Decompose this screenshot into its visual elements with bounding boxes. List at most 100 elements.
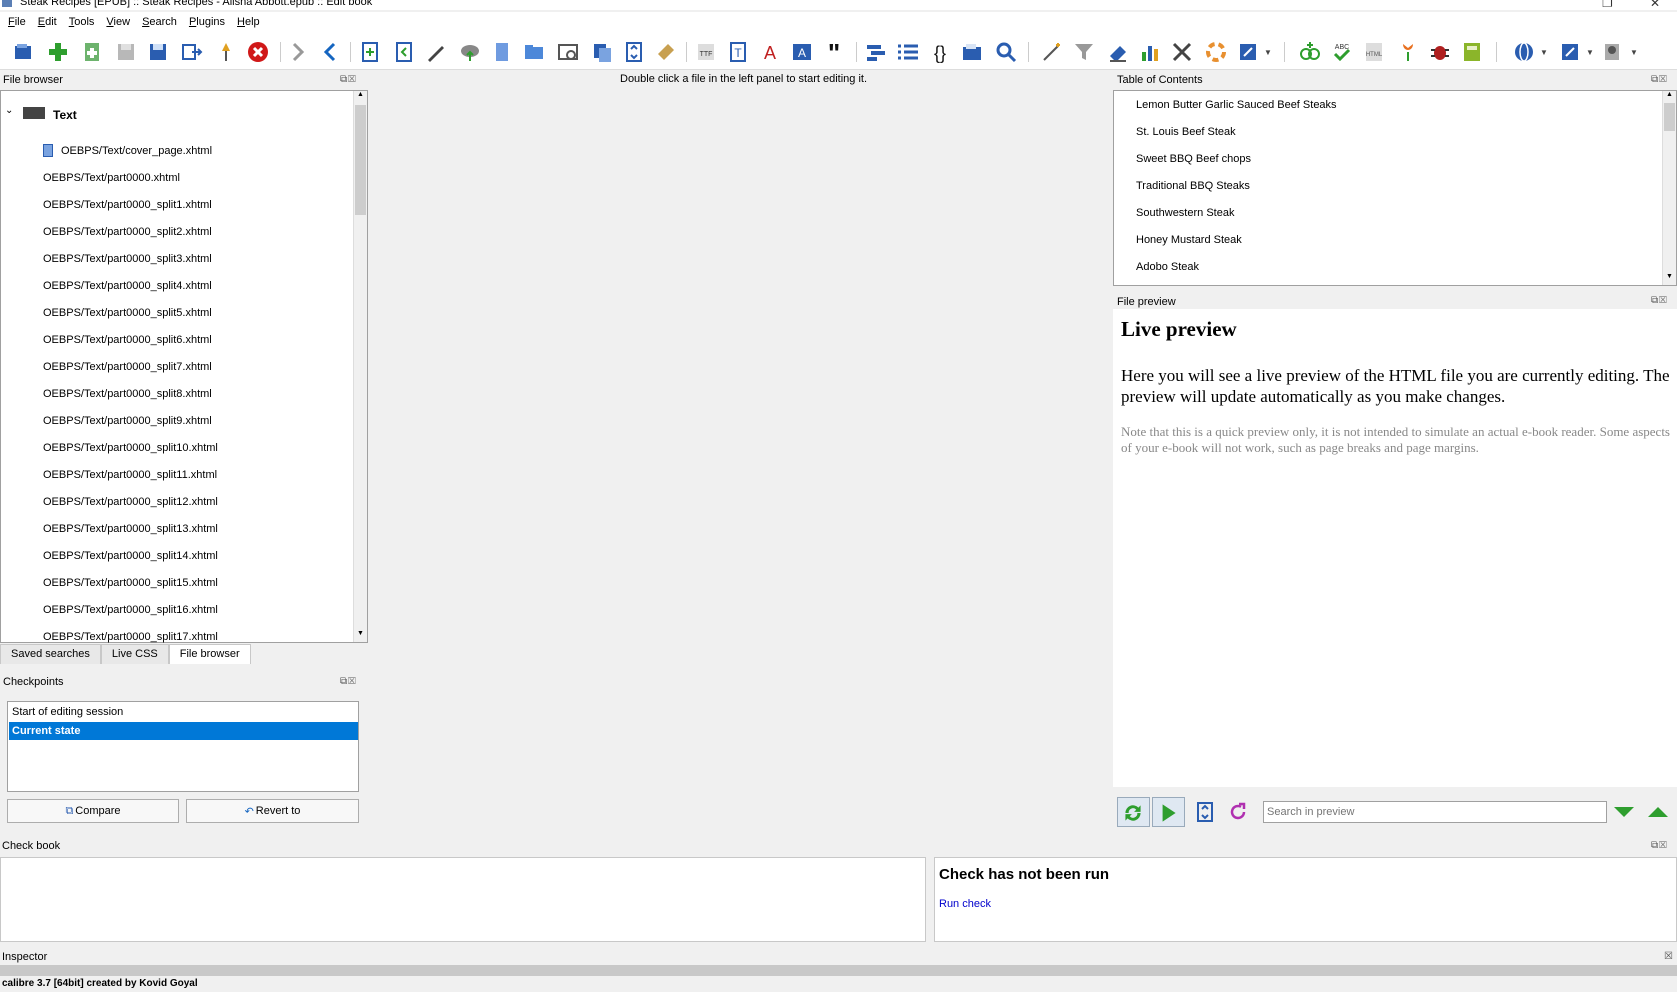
scrollbar-thumb[interactable] <box>1664 103 1675 131</box>
file-item[interactable]: OEBPS/Text/part0000_split6.xhtml <box>43 334 212 346</box>
close-icon[interactable]: ☒ <box>1664 951 1674 962</box>
magic-wand-icon[interactable] <box>1040 40 1064 64</box>
folder-icon[interactable] <box>522 40 546 64</box>
file-item[interactable]: OEBPS/Text/part0000_split11.xhtml <box>43 469 217 481</box>
reorder-icon[interactable] <box>622 40 646 64</box>
file-item[interactable]: OEBPS/Text/part0000_split16.xhtml <box>43 604 218 616</box>
file-item[interactable]: OEBPS/Text/cover_page.xhtml <box>61 145 212 157</box>
find-previous-up-icon[interactable] <box>1646 800 1670 824</box>
save-disabled-icon[interactable] <box>114 40 138 64</box>
book-preview-icon[interactable] <box>1460 40 1484 64</box>
play-preview-button[interactable] <box>1152 797 1185 827</box>
dock-float-close-icon[interactable]: ⧉☒ <box>1651 74 1668 85</box>
compare-button[interactable]: ⧉ Compare <box>7 799 179 823</box>
tag-icon[interactable] <box>654 40 678 64</box>
toc-item[interactable]: Southwestern Steak <box>1136 207 1234 219</box>
chevron-down-icon[interactable]: ▼ <box>1540 48 1548 57</box>
file-item[interactable]: OEBPS/Text/part0000_split14.xhtml <box>43 550 218 562</box>
restore-window-icon[interactable]: ❐ <box>1602 0 1613 10</box>
menu-plugins[interactable]: Plugins <box>189 16 225 28</box>
toc-item[interactable]: Traditional BBQ Steaks <box>1136 180 1250 192</box>
menu-edit[interactable]: Edit <box>38 16 57 28</box>
tab-file-browser[interactable]: File browser <box>168 644 251 664</box>
undo-icon[interactable] <box>318 40 342 64</box>
find-next-down-icon[interactable] <box>1612 800 1636 824</box>
chevron-down-icon[interactable]: ▼ <box>1630 48 1638 57</box>
auto-refresh-button[interactable] <box>1117 797 1150 827</box>
tab-live-css[interactable]: Live CSS <box>100 644 169 664</box>
toc-scrollbar[interactable]: ▲ ▼ <box>1662 91 1676 285</box>
bug-icon[interactable] <box>1428 40 1452 64</box>
dock-float-close-icon[interactable]: ⧉☒ <box>1651 840 1668 851</box>
file-item[interactable]: OEBPS/Text/part0000_split9.xhtml <box>43 415 212 427</box>
file-item[interactable]: OEBPS/Text/part0000_split4.xhtml <box>43 280 212 292</box>
menu-help[interactable]: Help <box>237 16 260 28</box>
previous-file-icon[interactable] <box>392 40 416 64</box>
braces-icon[interactable]: {} <box>928 40 952 64</box>
image-icon[interactable] <box>556 40 580 64</box>
plugin-tools-icon[interactable] <box>1236 40 1260 64</box>
dock-float-close-icon[interactable]: ⧉☒ <box>340 676 357 687</box>
file-item[interactable]: OEBPS/Text/part0000_split15.xhtml <box>43 577 218 589</box>
tree-root-text[interactable]: Text <box>53 108 77 122</box>
html-icon[interactable]: HTML <box>1362 40 1386 64</box>
close-book-icon[interactable] <box>246 40 270 64</box>
edit-pen-icon[interactable] <box>424 40 448 64</box>
redo-icon[interactable] <box>286 40 310 64</box>
quote-icon[interactable]: " <box>822 40 846 64</box>
user-settings-icon[interactable] <box>1602 40 1626 64</box>
toc-item[interactable]: Adobo Steak <box>1136 261 1199 273</box>
scrollbar-thumb[interactable] <box>355 105 366 215</box>
filter-icon[interactable] <box>1072 40 1096 64</box>
eraser-icon[interactable] <box>1106 40 1130 64</box>
dock-float-close-icon[interactable]: ⧉☒ <box>1651 295 1668 306</box>
pin-icon[interactable] <box>214 40 238 64</box>
file-item[interactable]: OEBPS/Text/part0000_split1.xhtml <box>43 199 212 211</box>
file-item[interactable]: OEBPS/Text/part0000_split3.xhtml <box>43 253 212 265</box>
toc-list-icon[interactable] <box>896 40 920 64</box>
add-link-icon[interactable] <box>1298 40 1322 64</box>
dock-float-close-icon[interactable]: ⧉☒ <box>340 74 357 85</box>
sync-scroll-icon[interactable] <box>1193 800 1217 824</box>
toc-item[interactable]: St. Louis Beef Steak <box>1136 126 1236 138</box>
reports-chart-icon[interactable] <box>1138 40 1162 64</box>
file-item[interactable]: OEBPS/Text/part0000_split17.xhtml <box>43 631 218 643</box>
chevron-down-icon[interactable]: ▼ <box>1586 48 1594 57</box>
toc-item[interactable]: Sweet BBQ Beef chops <box>1136 153 1251 165</box>
checkpoint-item[interactable]: Start of editing session <box>9 703 358 721</box>
chevron-down-icon[interactable]: ▼ <box>1264 48 1272 57</box>
font-ttf-icon[interactable]: TTF <box>694 40 718 64</box>
reload-icon[interactable] <box>1226 800 1250 824</box>
upload-cloud-icon[interactable] <box>458 40 482 64</box>
revert-button[interactable]: ↶ Revert to <box>186 799 359 823</box>
globe-icon[interactable] <box>1512 40 1536 64</box>
import-files-icon[interactable] <box>80 40 104 64</box>
menu-search[interactable]: Search <box>142 16 177 28</box>
file-item[interactable]: OEBPS/Text/part0000_split10.xhtml <box>43 442 218 454</box>
file-item[interactable]: OEBPS/Text/part0000_split8.xhtml <box>43 388 212 400</box>
text-icon[interactable]: T <box>726 40 750 64</box>
wrench-icon[interactable] <box>1558 40 1582 64</box>
lifebuoy-icon[interactable] <box>1204 40 1228 64</box>
file-item[interactable]: OEBPS/Text/part0000_split5.xhtml <box>43 307 212 319</box>
tools-icon[interactable] <box>1170 40 1194 64</box>
run-check-link[interactable]: Run check <box>939 898 991 910</box>
search-icon[interactable] <box>994 40 1018 64</box>
menu-tools[interactable]: Tools <box>69 16 95 28</box>
file-item[interactable]: OEBPS/Text/part0000_split12.xhtml <box>43 496 218 508</box>
checkpoint-item-selected[interactable]: Current state <box>9 722 358 740</box>
close-window-icon[interactable]: ✕ <box>1650 0 1660 10</box>
file-item[interactable]: OEBPS/Text/part0000_split13.xhtml <box>43 523 218 535</box>
chevron-down-icon[interactable]: ⌄ <box>5 105 13 116</box>
save-copy-icon[interactable] <box>146 40 170 64</box>
tulip-icon[interactable] <box>1396 40 1420 64</box>
font-a-icon[interactable]: A <box>758 40 782 64</box>
spellcheck-icon[interactable]: ABC <box>1330 40 1354 64</box>
cover-icon[interactable] <box>490 40 514 64</box>
split-icon[interactable] <box>864 40 888 64</box>
open-book-icon[interactable] <box>12 40 36 64</box>
toc-item[interactable]: Lemon Butter Garlic Sauced Beef Steaks <box>1136 99 1337 111</box>
open-folder-icon[interactable] <box>960 40 984 64</box>
menu-file[interactable]: File <box>8 16 26 28</box>
book-a-icon[interactable]: A <box>790 40 814 64</box>
